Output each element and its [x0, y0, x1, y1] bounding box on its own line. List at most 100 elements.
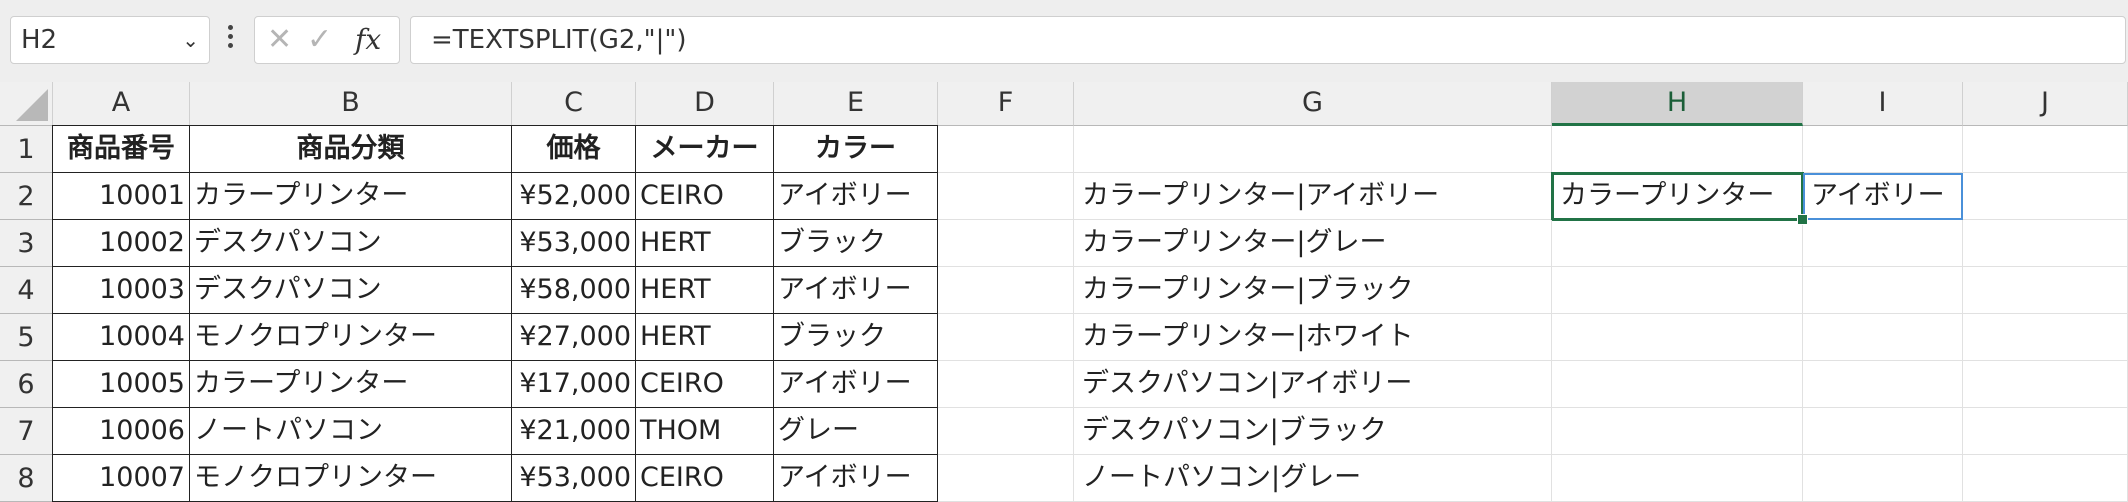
row-header-7[interactable]: 7	[0, 408, 53, 455]
table-cell[interactable]: HERT	[636, 220, 774, 267]
table-header-cell[interactable]: メーカー	[636, 126, 774, 173]
table-cell[interactable]: モノクロプリンター	[190, 314, 512, 361]
empty-cell[interactable]	[1963, 126, 2128, 173]
empty-cell[interactable]	[1963, 408, 2128, 455]
name-box[interactable]: H2 ⌄	[10, 16, 210, 64]
empty-cell[interactable]	[1803, 126, 1963, 173]
table-cell[interactable]: CEIRO	[636, 173, 774, 220]
empty-cell[interactable]	[938, 220, 1074, 267]
empty-cell[interactable]	[938, 408, 1074, 455]
table-cell[interactable]: 10003	[53, 267, 190, 314]
cell-g4[interactable]: カラープリンター|ブラック	[1074, 267, 1552, 314]
table-cell[interactable]: カラープリンター	[190, 173, 512, 220]
row-header-5[interactable]: 5	[0, 314, 53, 361]
row-header-8[interactable]: 8	[0, 455, 53, 502]
empty-cell[interactable]	[1963, 173, 2128, 220]
empty-cell[interactable]	[1963, 267, 2128, 314]
table-cell[interactable]: 10005	[53, 361, 190, 408]
empty-cell[interactable]	[1803, 361, 1963, 408]
table-cell[interactable]: HERT	[636, 267, 774, 314]
table-cell[interactable]: アイボリー	[774, 267, 938, 314]
table-cell[interactable]: ¥53,000	[512, 220, 636, 267]
active-cell-h2[interactable]: カラープリンター	[1551, 172, 1804, 221]
empty-cell[interactable]	[1963, 314, 2128, 361]
table-header-cell[interactable]: 価格	[512, 126, 636, 173]
table-cell[interactable]: デスクパソコン	[190, 267, 512, 314]
cell-g1[interactable]	[1074, 126, 1552, 173]
chevron-down-icon[interactable]: ⌄	[182, 17, 199, 63]
empty-cell[interactable]	[1552, 455, 1803, 502]
table-cell[interactable]: 10001	[53, 173, 190, 220]
table-cell[interactable]: CEIRO	[636, 361, 774, 408]
empty-cell[interactable]	[1552, 220, 1803, 267]
table-cell[interactable]: モノクロプリンター	[190, 455, 512, 502]
more-options-icon[interactable]	[225, 22, 235, 58]
cell-g8[interactable]: ノートパソコン|グレー	[1074, 455, 1552, 502]
table-cell[interactable]: 10006	[53, 408, 190, 455]
table-cell[interactable]: ¥53,000	[512, 455, 636, 502]
column-header-d[interactable]: D	[636, 82, 774, 126]
column-header-c[interactable]: C	[512, 82, 636, 126]
insert-function-icon[interactable]: fx	[355, 17, 381, 63]
table-cell[interactable]: ¥17,000	[512, 361, 636, 408]
table-cell[interactable]: ¥27,000	[512, 314, 636, 361]
select-all-corner[interactable]	[0, 82, 53, 126]
column-header-e[interactable]: E	[774, 82, 938, 126]
table-header-cell[interactable]: 商品番号	[53, 126, 190, 173]
table-cell[interactable]: HERT	[636, 314, 774, 361]
row-header-3[interactable]: 3	[0, 220, 53, 267]
empty-cell[interactable]	[938, 173, 1074, 220]
empty-cell[interactable]	[1963, 455, 2128, 502]
column-header-f[interactable]: F	[938, 82, 1074, 126]
cancel-icon[interactable]: ✕	[267, 17, 292, 63]
row-header-1[interactable]: 1	[0, 126, 53, 173]
table-cell[interactable]: THOM	[636, 408, 774, 455]
empty-cell[interactable]	[1963, 361, 2128, 408]
table-cell[interactable]: CEIRO	[636, 455, 774, 502]
column-header-g[interactable]: G	[1074, 82, 1552, 126]
empty-cell[interactable]	[1552, 361, 1803, 408]
check-icon[interactable]: ✓	[307, 17, 332, 63]
table-cell[interactable]: ¥21,000	[512, 408, 636, 455]
row-header-6[interactable]: 6	[0, 361, 53, 408]
table-cell[interactable]: ¥52,000	[512, 173, 636, 220]
spill-cell-i2[interactable]: アイボリー	[1803, 173, 1963, 220]
table-cell[interactable]: アイボリー	[774, 173, 938, 220]
table-cell[interactable]: アイボリー	[774, 455, 938, 502]
table-cell[interactable]: カラープリンター	[190, 361, 512, 408]
column-header-i[interactable]: I	[1803, 82, 1963, 126]
table-header-cell[interactable]: 商品分類	[190, 126, 512, 173]
column-header-j[interactable]: J	[1963, 82, 2128, 126]
cell-g2[interactable]: カラープリンター|アイボリー	[1074, 173, 1552, 220]
empty-cell[interactable]	[1552, 314, 1803, 361]
empty-cell[interactable]	[938, 314, 1074, 361]
column-header-a[interactable]: A	[53, 82, 190, 126]
column-header-h[interactable]: H	[1552, 82, 1803, 126]
empty-cell[interactable]	[1803, 408, 1963, 455]
table-cell[interactable]: グレー	[774, 408, 938, 455]
empty-cell[interactable]	[938, 361, 1074, 408]
column-header-b[interactable]: B	[190, 82, 512, 126]
cell-g7[interactable]: デスクパソコン|ブラック	[1074, 408, 1552, 455]
table-cell[interactable]: 10002	[53, 220, 190, 267]
empty-cell[interactable]	[1803, 455, 1963, 502]
empty-cell[interactable]	[1803, 314, 1963, 361]
table-cell[interactable]: ブラック	[774, 314, 938, 361]
fill-handle[interactable]	[1797, 214, 1808, 225]
formula-input[interactable]: =TEXTSPLIT(G2,"|")	[410, 16, 2126, 64]
table-cell[interactable]: 10004	[53, 314, 190, 361]
row-header-4[interactable]: 4	[0, 267, 53, 314]
empty-cell[interactable]	[1552, 126, 1803, 173]
table-cell[interactable]: デスクパソコン	[190, 220, 512, 267]
row-header-2[interactable]: 2	[0, 173, 53, 220]
cell-g3[interactable]: カラープリンター|グレー	[1074, 220, 1552, 267]
empty-cell[interactable]	[1803, 267, 1963, 314]
table-cell[interactable]: 10007	[53, 455, 190, 502]
table-header-cell[interactable]: カラー	[774, 126, 938, 173]
empty-cell[interactable]	[938, 455, 1074, 502]
empty-cell[interactable]	[1552, 267, 1803, 314]
table-cell[interactable]: ¥58,000	[512, 267, 636, 314]
empty-cell[interactable]	[1552, 408, 1803, 455]
table-cell[interactable]: アイボリー	[774, 361, 938, 408]
empty-cell[interactable]	[938, 126, 1074, 173]
